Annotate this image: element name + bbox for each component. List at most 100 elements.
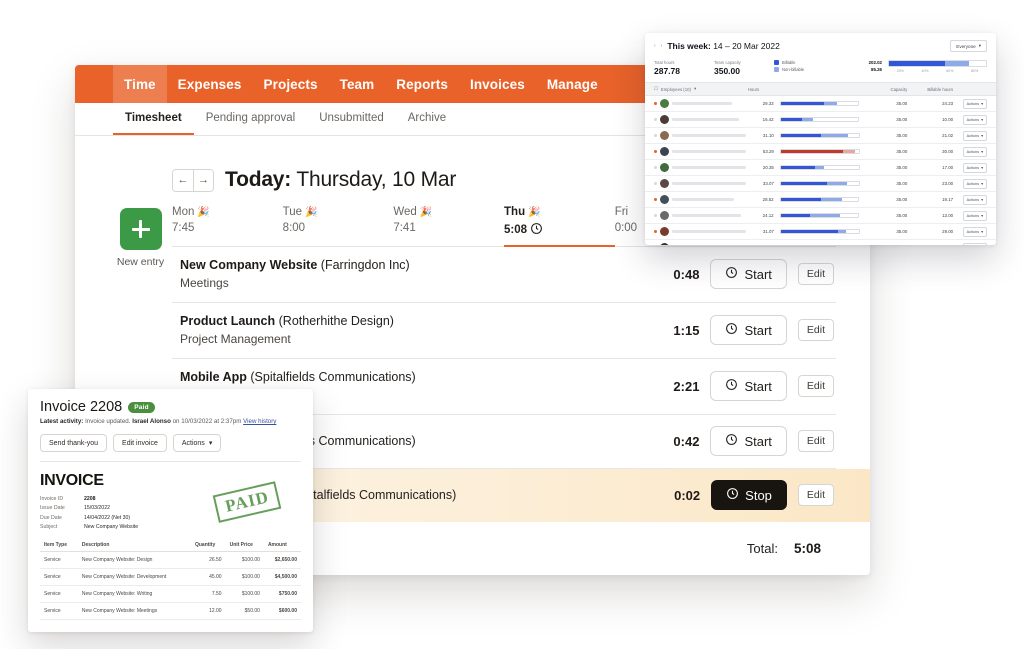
meta-value: 14/04/2022 (Net 30) [84,515,130,521]
nav-item-manage[interactable]: Manage [536,65,609,103]
entry-duration: 0:02 [666,488,700,503]
hours-bar [780,117,860,122]
nav-item-time[interactable]: Time [113,65,167,103]
employee-name-redacted [672,182,746,185]
subnav-item-pending-approval[interactable]: Pending approval [194,103,308,135]
stop-timer-button[interactable]: Stop [711,480,787,510]
row-actions-button[interactable]: Actions ▾ [963,147,987,157]
next-day-button[interactable]: → [193,170,213,191]
day-tab-wed[interactable]: Wed🎉 7:41 [393,206,504,247]
plus-icon [131,219,151,239]
invoice-button-send-thank-you[interactable]: Send thank-you [40,434,107,452]
row-actions-button[interactable]: Actions ▾ [963,243,987,246]
meta-key: Issue Date [40,505,84,511]
row-actions-button[interactable]: Actions ▾ [963,179,987,189]
row-actions-button[interactable]: Actions ▾ [963,211,987,221]
report-next-button[interactable]: › [661,43,663,49]
nav-item-invoices[interactable]: Invoices [459,65,536,103]
start-timer-button[interactable]: Start [710,259,786,289]
table-header-row: Item TypeDescriptionQuantityUnit PriceAm… [40,539,301,552]
prev-day-button[interactable]: ← [173,170,193,191]
subnav-item-archive[interactable]: Archive [396,103,458,135]
report-title-range: 14 – 20 Mar 2022 [713,41,780,51]
avatar [660,227,669,236]
hours-bar [780,149,860,154]
report-prev-button[interactable]: ‹ [654,43,656,49]
subnav-item-timesheet[interactable]: Timesheet [113,103,194,135]
cell-amount: $2,650.00 [264,552,301,569]
day-tab-thu[interactable]: Thu🎉 5:08 [504,206,615,247]
entry-task: Project Management [180,332,394,346]
cell-description: New Company Website: Design [78,552,191,569]
stat-label: Total hours [654,60,714,65]
status-dot [654,166,657,169]
hours-bar [780,101,860,106]
edit-entry-button[interactable]: Edit [798,263,834,285]
chevron-down-icon: ▾ [981,181,983,186]
table-row: 33.07 35.00 23.00 Actions ▾ [645,176,996,192]
subnav-item-unsubmitted[interactable]: Unsubmitted [307,103,396,135]
cell-capacity: 35.00 [860,149,908,154]
employee-name-redacted [672,134,746,137]
view-history-link[interactable]: View history [243,418,276,425]
row-actions-button[interactable]: Actions ▾ [963,195,987,205]
entry-client: (Spitalfields Communications) [250,370,415,384]
chevron-down-icon: ▾ [981,133,983,138]
status-dot [654,102,657,105]
status-dot [654,150,657,153]
column-header-hours: Hours [746,87,780,92]
column-header: Quantity [191,539,226,552]
cell-hours: 53.29 [746,149,780,154]
avatar [660,115,669,124]
stat-total-hours: Total hours 287.78 [654,60,714,76]
report-filter-dropdown[interactable]: Everyone ▾ [950,40,987,52]
nav-item-reports[interactable]: Reports [385,65,459,103]
start-timer-button[interactable]: Start [710,371,786,401]
nav-item-expenses[interactable]: Expenses [167,65,253,103]
row-actions-button[interactable]: Actions ▾ [963,163,987,173]
start-timer-button[interactable]: Start [710,426,786,456]
nav-item-projects[interactable]: Projects [253,65,329,103]
activity-when: on 10/03/2022 at 2:37pm [173,418,242,425]
meta-key: Subject [40,524,84,530]
entry-duration: 0:48 [665,267,699,282]
avatar [660,211,669,220]
legend-item-billable: Billable [774,60,852,65]
checkbox-icon[interactable]: ☐ [654,86,658,92]
invoice-title: Invoice 2208 [40,399,122,415]
row-actions-button[interactable]: Actions ▾ [963,227,987,237]
meta-row: Due Date 14/04/2022 (Net 30) [40,515,301,521]
start-timer-button[interactable]: Start [710,315,786,345]
column-header: Item Type [40,539,78,552]
invoice-button-actions[interactable]: Actions▾ [173,434,221,452]
edit-entry-button[interactable]: Edit [798,484,834,506]
edit-entry-button[interactable]: Edit [798,375,834,397]
avatar [660,131,669,140]
table-row: 28.52 35.00 19.17 Actions ▾ [645,192,996,208]
column-header-capacity: Capacity [859,87,907,92]
edit-entry-button[interactable]: Edit [798,319,834,341]
day-tab-mon[interactable]: Mon🎉 7:45 [172,206,283,247]
cell-amount: $750.00 [264,586,301,603]
row-actions-button[interactable]: Actions ▾ [963,99,987,109]
meta-value: 15/03/2022 [84,505,110,511]
new-entry-button[interactable] [120,208,162,250]
chevron-down-icon: ▾ [981,213,983,218]
edit-entry-button[interactable]: Edit [798,430,834,452]
report-title: This week: 14 – 20 Mar 2022 [667,41,779,51]
invoice-title-row: Invoice 2208 Paid [40,399,301,415]
column-header: Amount [264,539,301,552]
nav-item-team[interactable]: Team [329,65,386,103]
invoice-button-edit-invoice[interactable]: Edit invoice [113,434,167,452]
row-actions-button[interactable]: Actions ▾ [963,115,987,125]
cell-hours: 31.10 [746,133,780,138]
activity-user: Israel Alonso [132,418,171,425]
chevron-down-icon: ▾ [694,86,696,92]
column-header-employees[interactable]: ☐ Employees (10) ▾ [654,86,746,92]
hours-bar [780,133,860,138]
cell-amount: $4,500.00 [264,569,301,586]
entry-project: New Company Website [180,258,317,272]
row-actions-button[interactable]: Actions ▾ [963,131,987,141]
day-tab-tue[interactable]: Tue🎉 8:00 [283,206,394,247]
stat-team-capacity: Team capacity 350.00 [714,60,774,76]
